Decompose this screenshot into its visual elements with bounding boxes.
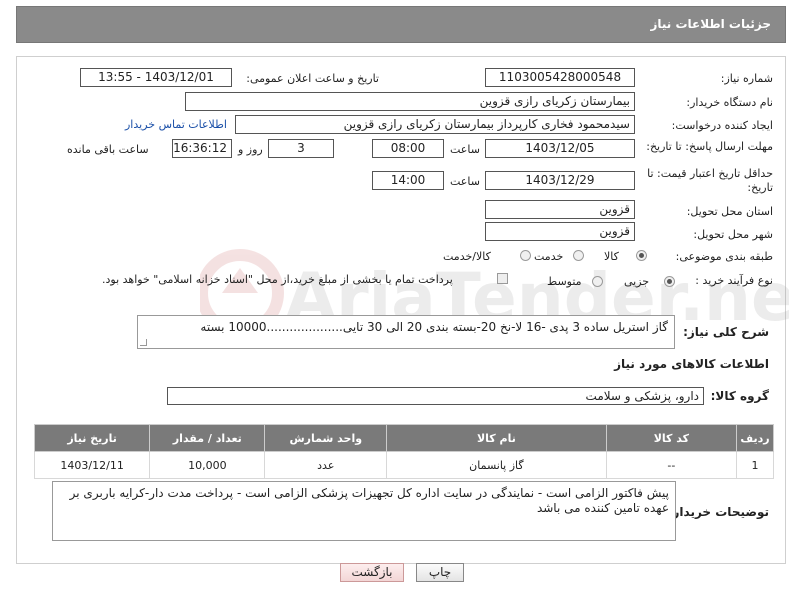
category-label: طبقه بندی موضوعی: (675, 250, 773, 263)
city-label: شهر محل تحویل: (693, 228, 773, 241)
category-radio-goods[interactable] (636, 250, 647, 261)
buyer-notes-text: پیش فاکتور الزامی است - نمایندگی در سایت… (69, 486, 669, 515)
col-item-code: کد کالا (605, 424, 738, 452)
category-radio-goods-service[interactable] (520, 250, 531, 261)
cell-quantity: 10,000 (149, 451, 266, 479)
buyer-notes-textarea[interactable]: پیش فاکتور الزامی است - نمایندگی در سایت… (52, 481, 676, 541)
goods-table: ردیف کد کالا نام کالا واحد شمارش تعداد /… (33, 424, 774, 479)
process-radio-minor[interactable] (664, 276, 675, 287)
buyer-contact-link[interactable]: اطلاعات تماس خریدار (125, 118, 227, 131)
description-label: شرح کلی نیاز: (683, 325, 769, 339)
province-label: استان محل تحویل: (686, 205, 773, 218)
requester-field: سیدمحمود فخاری کارپرداز بیمارستان زکریای… (235, 115, 635, 134)
print-button[interactable]: چاپ (416, 563, 464, 582)
goods-section-title: اطلاعات کالاهای مورد نیاز (614, 357, 769, 371)
requester-label: ایجاد کننده درخواست: (671, 119, 773, 132)
deadline-date-field: 1403/12/05 (485, 139, 635, 158)
col-need-date: تاریخ نیاز (33, 424, 151, 452)
price-validity-label: حداقل تاریخ اعتبار قیمت: تا تاریخ: (647, 167, 773, 194)
col-unit: واحد شمارش (264, 424, 388, 452)
col-row-number: ردیف (736, 424, 774, 452)
deadline-time-label: ساعت (450, 143, 480, 156)
category-radio-service[interactable] (573, 250, 584, 261)
category-option-goods-service: کالا/خدمت (443, 250, 491, 263)
treasury-payment-note: پرداخت تمام یا بخشی از مبلغ خرید،از محل … (102, 273, 453, 286)
treasury-checkbox[interactable] (497, 273, 508, 284)
buyer-org-label: نام دستگاه خریدار: (686, 96, 773, 109)
goods-group-label: گروه کالا: (710, 389, 769, 403)
announce-date-label: تاریخ و ساعت اعلان عمومی: (246, 72, 379, 85)
table-row: 1 -- گاز پانسمان عدد 10,000 1403/12/11 (33, 451, 774, 479)
province-field: قزوین (485, 200, 635, 219)
back-button[interactable]: بازگشت (340, 563, 404, 582)
need-number-label: شماره نیاز: (720, 72, 773, 85)
remaining-time-field: 16:36:12 (172, 139, 232, 158)
resize-handle-icon[interactable] (140, 339, 147, 346)
description-textarea[interactable]: گاز استریل ساده 3 پدی -16 لا-نخ 20-بسته … (137, 315, 675, 349)
validity-time-label: ساعت (450, 175, 480, 188)
col-item-name: نام کالا (386, 424, 607, 452)
cell-unit: عدد (264, 451, 388, 479)
cell-row-number: 1 (736, 451, 774, 479)
category-option-service: خدمت (534, 250, 564, 263)
description-text: گاز استریل ساده 3 پدی -16 لا-نخ 20-بسته … (200, 320, 668, 334)
validity-date-field: 1403/12/29 (485, 171, 635, 190)
category-option-goods: کالا (604, 250, 619, 263)
process-type-label: نوع فرآیند خرید : (695, 274, 773, 287)
days-remaining-field: 3 (268, 139, 334, 158)
announce-date-field: 1403/12/01 - 13:55 (80, 68, 232, 87)
buyer-notes-label: توضیحات خریدار: (667, 505, 769, 519)
cell-item-name: گاز پانسمان (386, 451, 607, 479)
cell-item-code: -- (605, 451, 738, 479)
deadline-label: مهلت ارسال پاسخ: تا تاریخ: (646, 140, 773, 153)
process-option-minor: جزیی (624, 275, 650, 288)
days-label: روز و (238, 143, 263, 156)
validity-time-field: 14:00 (372, 171, 444, 190)
deadline-time-field: 08:00 (372, 139, 444, 158)
cell-need-date: 1403/12/11 (33, 451, 151, 479)
remaining-label: ساعت باقی مانده (67, 143, 149, 156)
col-quantity: تعداد / مقدار (149, 424, 266, 452)
page-title: جزئیات اطلاعات نیاز (650, 17, 771, 31)
page-header: جزئیات اطلاعات نیاز (16, 6, 786, 43)
table-header-row: ردیف کد کالا نام کالا واحد شمارش تعداد /… (33, 424, 774, 452)
city-field: قزوین (485, 222, 635, 241)
process-option-medium: متوسط (547, 275, 582, 288)
buyer-org-field: بیمارستان زکریای رازی قزوین (185, 92, 635, 111)
process-radio-medium[interactable] (592, 276, 603, 287)
goods-group-field: دارو، پزشکی و سلامت (167, 387, 704, 405)
need-number-field: 1103005428000548 (485, 68, 635, 87)
